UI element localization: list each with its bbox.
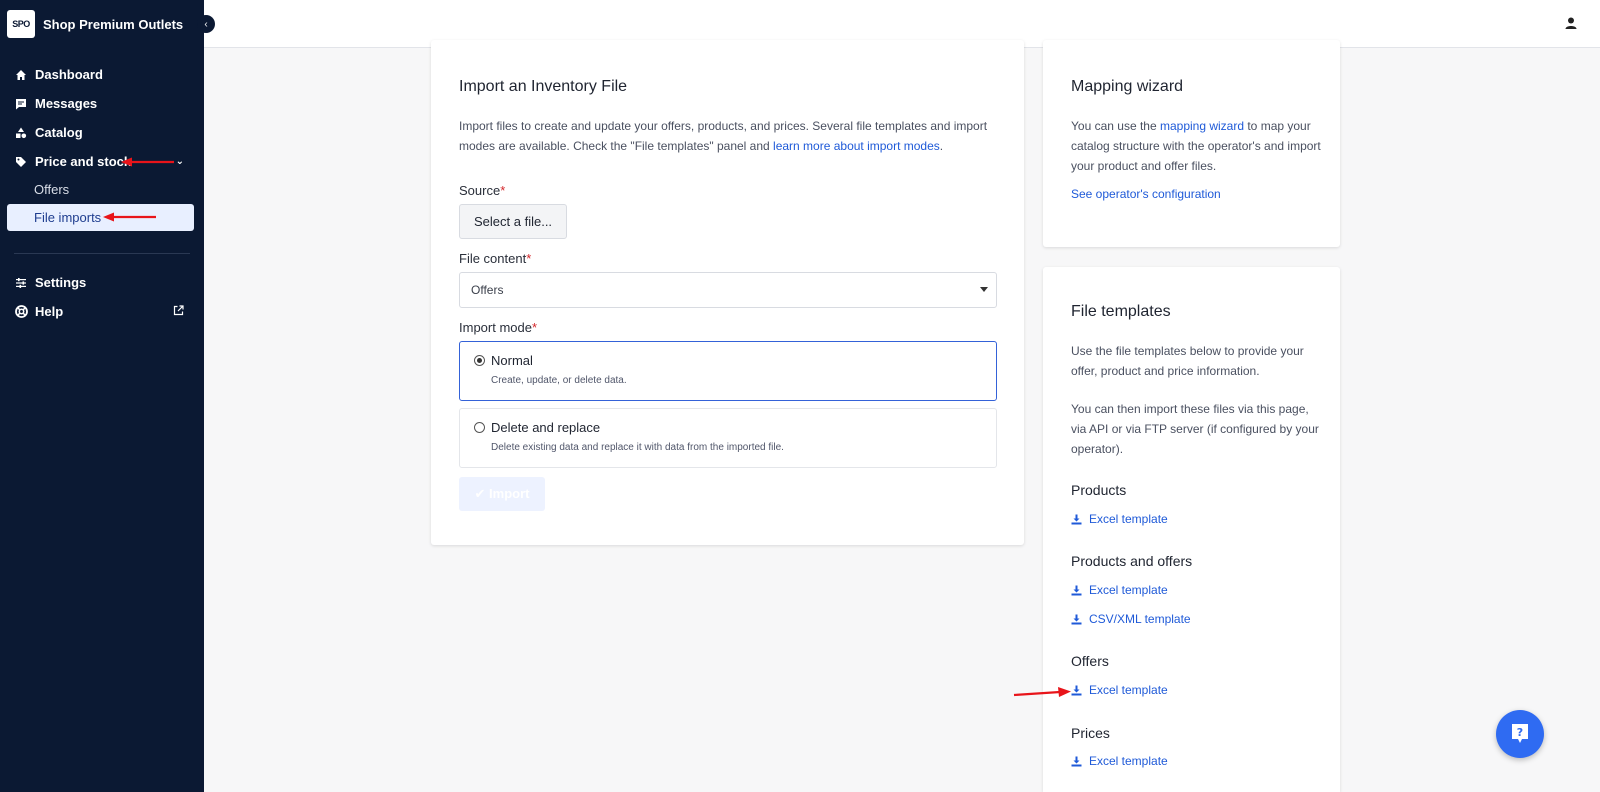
download-icon	[1071, 614, 1082, 624]
sidebar: SPO Shop Premium Outlets Dashboard Messa…	[0, 0, 204, 792]
brand-logo: SPO	[7, 10, 35, 38]
file-content-value: Offers	[471, 283, 504, 297]
sidebar-subitem-offers[interactable]: Offers	[0, 176, 204, 203]
download-icon	[1071, 514, 1082, 524]
chevron-down-icon[interactable]: ⌄	[176, 156, 184, 167]
sidebar-item-label: Help	[35, 304, 64, 319]
prices-excel-template-link[interactable]: Excel template	[1071, 754, 1168, 768]
svg-text:?: ?	[1517, 726, 1523, 739]
mode-title: Normal	[491, 353, 533, 368]
annotation-arrow-file-imports	[103, 212, 156, 222]
sidebar-nav: Dashboard Messages Catalog Price and sto…	[0, 60, 204, 326]
import-inventory-card: Import an Inventory File Import files to…	[431, 40, 1024, 545]
file-content-label: File content*	[459, 251, 531, 266]
mode-title: Delete and replace	[491, 420, 601, 435]
download-icon	[1071, 756, 1082, 766]
select-file-button[interactable]: Select a file...	[459, 204, 568, 239]
download-icon	[1071, 685, 1082, 695]
import-mode-normal-option[interactable]: Normal Create, update, or delete data.	[459, 341, 997, 401]
mapping-wizard-card: Mapping wizard You can use the mapping w…	[1043, 40, 1340, 247]
products-offers-csv-xml-template-link[interactable]: CSV/XML template	[1071, 612, 1191, 626]
products-offers-excel-template-link[interactable]: Excel template	[1071, 583, 1168, 597]
required-mark: *	[500, 183, 506, 198]
sidebar-item-label: Messages	[35, 96, 98, 111]
file-content-label-text: File content	[459, 251, 527, 266]
brand-name: Shop Premium Outlets	[43, 16, 184, 32]
mapping-card-description: You can use the mapping wizard to map yo…	[1071, 116, 1321, 176]
templates-description-1: Use the file templates below to provide …	[1071, 344, 1304, 378]
sliders-icon	[14, 276, 28, 290]
sidebar-item-catalog[interactable]: Catalog	[0, 118, 204, 147]
download-icon	[1071, 585, 1082, 595]
sidebar-item-dashboard[interactable]: Dashboard	[0, 60, 204, 89]
mapping-wizard-link[interactable]: mapping wizard	[1160, 119, 1244, 133]
section-heading-products-and-offers: Products and offers	[1071, 553, 1193, 569]
sidebar-divider	[14, 253, 190, 254]
offers-excel-template-link[interactable]: Excel template	[1071, 683, 1168, 697]
sidebar-item-label: Dashboard	[35, 67, 103, 82]
sidebar-item-label: Price and stock	[35, 154, 132, 169]
home-icon	[14, 68, 28, 82]
shapes-icon	[14, 126, 28, 140]
sidebar-item-label: Catalog	[35, 125, 83, 140]
annotation-arrow-offers-excel	[1013, 687, 1071, 697]
import-mode-label-text: Import mode	[459, 320, 532, 335]
section-heading-prices: Prices	[1071, 725, 1110, 741]
sidebar-item-messages[interactable]: Messages	[0, 89, 204, 118]
import-mode-label: Import mode*	[459, 320, 537, 335]
help-chat-button[interactable]: ?	[1496, 710, 1544, 758]
sidebar-item-label: Settings	[35, 275, 87, 290]
templates-description-2: You can then import these files via this…	[1071, 402, 1319, 456]
lifebuoy-icon	[14, 305, 28, 319]
tag-icon	[14, 155, 28, 169]
learn-more-import-modes-link[interactable]: learn more about import modes	[773, 139, 940, 153]
templates-card-title: File templates	[1071, 303, 1171, 320]
annotation-arrow-price-and-stock	[121, 157, 174, 167]
section-heading-offers: Offers	[1071, 653, 1109, 669]
sidebar-subitem-file-imports[interactable]: File imports	[7, 204, 194, 231]
file-templates-card: File templates Use the file templates be…	[1043, 267, 1340, 792]
radio-button-delete-replace[interactable]	[474, 422, 485, 433]
see-operator-configuration-link[interactable]: See operator's configuration	[1071, 187, 1221, 201]
mode-description: Create, update, or delete data.	[491, 375, 627, 386]
products-excel-template-link[interactable]: Excel template	[1071, 512, 1168, 526]
required-mark: *	[531, 320, 538, 335]
radio-button-normal[interactable]	[474, 355, 485, 366]
download-link-label: CSV/XML template	[1089, 612, 1191, 626]
download-link-label: Excel template	[1089, 683, 1168, 697]
import-mode-delete-replace-option[interactable]: Delete and replace Delete existing data …	[459, 408, 997, 468]
sidebar-item-help[interactable]: Help	[0, 297, 204, 326]
sidebar-collapse-button[interactable]: ‹	[197, 15, 215, 33]
sidebar-item-label: Offers	[34, 182, 70, 197]
mode-description: Delete existing data and replace it with…	[491, 442, 784, 453]
section-heading-products: Products	[1071, 482, 1127, 498]
mapping-card-title: Mapping wizard	[1071, 78, 1184, 95]
question-bubble-icon: ?	[1512, 724, 1528, 743]
import-button[interactable]: ✔ Import	[459, 477, 545, 511]
external-link-icon	[173, 304, 184, 319]
sidebar-item-settings[interactable]: Settings	[0, 268, 204, 297]
required-mark: *	[526, 251, 532, 266]
description-text: .	[939, 139, 944, 153]
brand[interactable]: SPO Shop Premium Outlets	[0, 0, 204, 48]
download-link-label: Excel template	[1089, 583, 1168, 597]
download-link-label: Excel template	[1089, 754, 1168, 768]
import-card-description: Import files to create and update your o…	[459, 116, 1004, 156]
message-icon	[14, 97, 28, 111]
import-card-title: Import an Inventory File	[459, 78, 628, 95]
sidebar-item-label: File imports	[34, 210, 102, 225]
download-link-label: Excel template	[1089, 512, 1168, 526]
user-icon[interactable]	[1564, 16, 1578, 30]
file-content-select[interactable]: Offers	[459, 272, 997, 308]
caret-down-icon	[980, 287, 988, 292]
description-text: You can use the	[1071, 119, 1160, 133]
source-label-text: Source	[459, 183, 501, 198]
source-label: Source*	[459, 183, 505, 198]
